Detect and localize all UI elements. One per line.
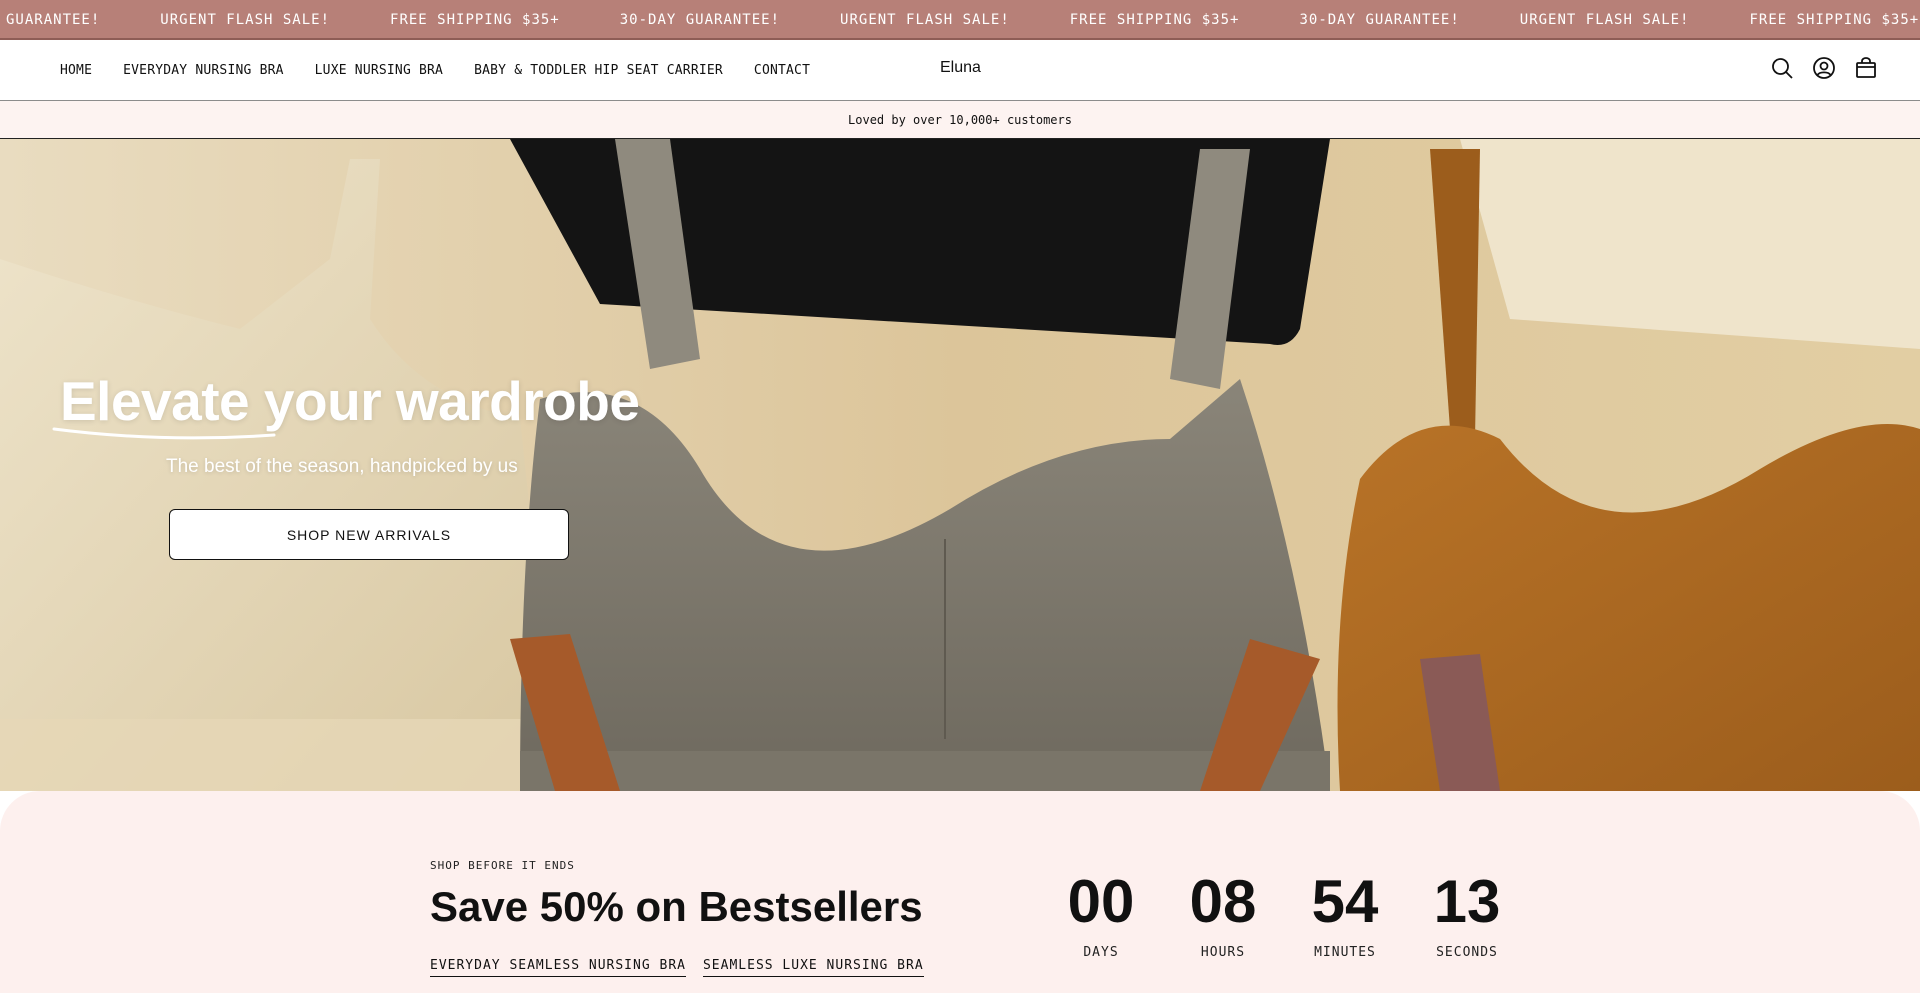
header-icons — [1770, 56, 1878, 80]
hand-drawn-underline-icon — [52, 427, 276, 440]
countdown-links: EVERYDAY SEAMLESS NURSING BRA SEAMLESS L… — [430, 958, 924, 977]
hero-title-rest: your wardrobe — [249, 370, 640, 432]
hero-title: Elevate your wardrobe — [52, 369, 640, 440]
nav-home[interactable]: HOME — [60, 63, 92, 78]
timer-label: DAYS — [1083, 945, 1119, 960]
countdown-timer: 00 DAYS 08 HOURS 54 MINUTES 13 SECONDS — [1040, 868, 1528, 961]
promo-marquee: 30-DAY GUARANTEE! URGENT FLASH SALE! FRE… — [0, 0, 1920, 40]
site-header: HOME EVERYDAY NURSING BRA LUXE NURSING B… — [0, 40, 1920, 101]
countdown-kicker: SHOP BEFORE IT ENDS — [430, 859, 575, 872]
hero-subtitle: The best of the season, handpicked by us — [166, 456, 518, 477]
announcement-text: Loved by over 10,000+ customers — [848, 112, 1072, 127]
shop-new-arrivals-button[interactable]: SHOP NEW ARRIVALS — [169, 509, 569, 560]
announcement-bar: Loved by over 10,000+ customers — [0, 101, 1920, 139]
marquee-item: URGENT FLASH SALE! — [1519, 12, 1690, 28]
timer-minutes: 54 MINUTES — [1284, 868, 1406, 961]
timer-label: MINUTES — [1314, 945, 1376, 960]
marquee-track: 30-DAY GUARANTEE! URGENT FLASH SALE! FRE… — [0, 0, 1920, 38]
timer-hours: 08 HOURS — [1162, 868, 1284, 961]
marquee-item: 30-DAY GUARANTEE! — [0, 12, 101, 28]
marquee-item: FREE SHIPPING $35+ — [1749, 12, 1920, 28]
timer-value: 13 — [1433, 868, 1501, 935]
timer-days: 00 DAYS — [1040, 868, 1162, 961]
marquee-item: 30-DAY GUARANTEE! — [1299, 12, 1460, 28]
countdown-section: SHOP BEFORE IT ENDS Save 50% on Bestsell… — [0, 791, 1920, 993]
marquee-item: FREE SHIPPING $35+ — [390, 12, 560, 28]
main-nav: HOME EVERYDAY NURSING BRA LUXE NURSING B… — [60, 40, 810, 101]
everyday-seamless-nursing-bra-link[interactable]: EVERYDAY SEAMLESS NURSING BRA — [430, 958, 686, 977]
site-logo[interactable]: Eluna — [940, 59, 981, 77]
search-icon[interactable] — [1770, 56, 1794, 80]
timer-seconds: 13 SECONDS — [1406, 868, 1528, 961]
account-icon[interactable] — [1812, 56, 1836, 80]
nav-hip-seat-carrier[interactable]: BABY & TODDLER HIP SEAT CARRIER — [474, 63, 723, 78]
nav-everyday-nursing-bra[interactable]: EVERYDAY NURSING BRA — [123, 63, 284, 78]
timer-value: 00 — [1067, 868, 1135, 935]
nav-contact[interactable]: CONTACT — [754, 63, 810, 78]
timer-value: 54 — [1311, 868, 1379, 935]
marquee-item: FREE SHIPPING $35+ — [1069, 12, 1240, 28]
marquee-item: 30-DAY GUARANTEE! — [619, 12, 781, 28]
hero-banner: Elevate your wardrobe The best of the se… — [0, 139, 1920, 791]
cart-icon[interactable] — [1854, 56, 1878, 80]
marquee-item: URGENT FLASH SALE! — [840, 12, 1010, 28]
timer-label: SECONDS — [1436, 945, 1498, 960]
countdown-title: Save 50% on Bestsellers — [430, 883, 923, 930]
timer-label: HOURS — [1200, 945, 1246, 960]
hero-title-highlight: Elevate — [52, 369, 276, 440]
marquee-item: URGENT FLASH SALE! — [160, 12, 331, 28]
nav-luxe-nursing-bra[interactable]: LUXE NURSING BRA — [315, 63, 443, 78]
seamless-luxe-nursing-bra-link[interactable]: SEAMLESS LUXE NURSING BRA — [702, 958, 924, 977]
timer-value: 08 — [1189, 868, 1257, 935]
